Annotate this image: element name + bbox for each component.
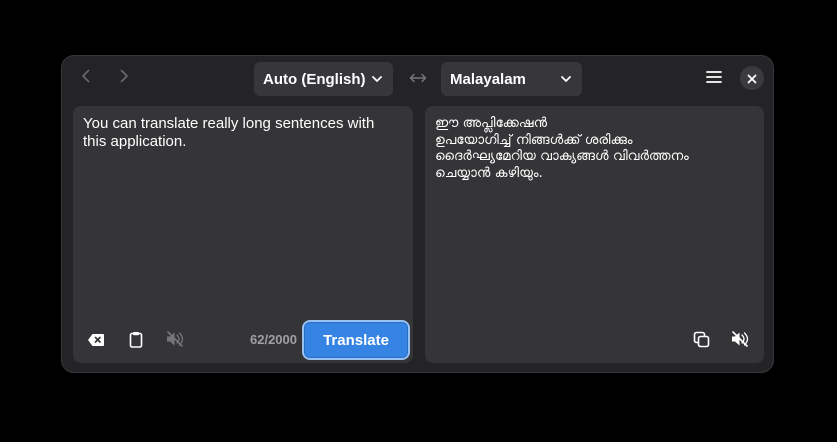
- source-text-input[interactable]: You can translate really long sentences …: [83, 115, 401, 151]
- target-language-label: Malayalam: [450, 70, 526, 88]
- clear-button[interactable]: [81, 326, 111, 356]
- forward-button[interactable]: [109, 64, 139, 92]
- copy-icon: [693, 331, 710, 352]
- swap-arrows-icon: [409, 69, 427, 88]
- clipboard-paste-icon: [129, 331, 143, 352]
- translated-text-pane: ഈ അപ്ലിക്കേഷൻ ഉപയോഗിച്ച് നിങ്ങൾക്ക് ശരിക…: [425, 106, 764, 363]
- source-text-pane[interactable]: You can translate really long sentences …: [73, 106, 413, 363]
- headerbar: Auto (English) Malayalam: [62, 56, 773, 102]
- source-language-label: Auto (English): [263, 70, 366, 88]
- paste-button[interactable]: [121, 326, 151, 356]
- go-previous-icon: [78, 68, 94, 88]
- close-button[interactable]: [740, 66, 764, 90]
- source-language-dropdown[interactable]: Auto (English): [254, 62, 393, 96]
- speaker-muted-icon: [166, 331, 184, 351]
- translator-window: Auto (English) Malayalam You can transla…: [61, 55, 774, 373]
- hamburger-menu-icon: [706, 69, 722, 88]
- translate-button[interactable]: Translate: [304, 322, 408, 358]
- speaker-icon: [731, 331, 749, 351]
- close-icon: [747, 69, 757, 88]
- translated-text[interactable]: ഈ അപ്ലിക്കേഷൻ ഉപയോഗിച്ച് നിങ്ങൾക്ക് ശരിക…: [435, 115, 752, 181]
- source-listen-button[interactable]: [160, 326, 190, 356]
- copy-button[interactable]: [686, 326, 716, 356]
- chevron-down-icon: [371, 73, 383, 85]
- clear-text-icon: [87, 332, 105, 351]
- back-button[interactable]: [71, 64, 101, 92]
- go-next-icon: [116, 68, 132, 88]
- character-counter: 62/2000: [250, 332, 297, 347]
- chevron-down-icon: [560, 73, 572, 85]
- swap-languages-button[interactable]: [403, 64, 433, 92]
- target-listen-button[interactable]: [725, 326, 755, 356]
- main-menu-button[interactable]: [699, 64, 729, 92]
- target-language-dropdown[interactable]: Malayalam: [441, 62, 582, 96]
